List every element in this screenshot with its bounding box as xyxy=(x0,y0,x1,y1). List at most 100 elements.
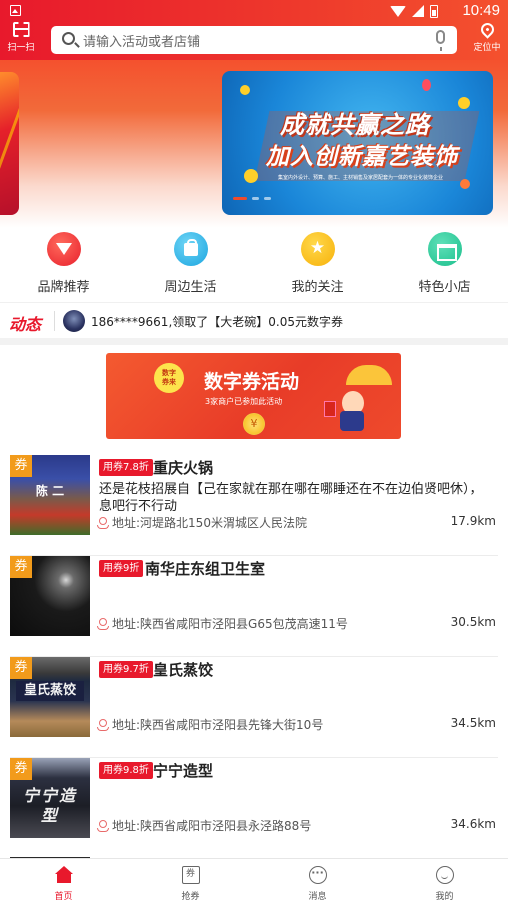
avatar xyxy=(63,310,85,332)
tab-home[interactable]: 首页 xyxy=(0,859,127,904)
profile-icon xyxy=(435,866,454,884)
store-sign-text: 宁宁造型 xyxy=(22,786,77,825)
search-icon xyxy=(62,32,75,45)
red-envelope-illustration xyxy=(324,401,336,417)
search-placeholder: 请输入活动或者店铺 xyxy=(83,35,201,50)
tab-label: 首页 xyxy=(54,892,73,902)
carousel-dot[interactable] xyxy=(252,197,259,200)
store-distance: 17.9km xyxy=(450,514,496,528)
location-label: 定位中 xyxy=(473,43,501,53)
tab-label: 消息 xyxy=(308,892,327,902)
balloon-decoration xyxy=(458,97,470,109)
store-item[interactable]: 宁宁造型 券 用券9.8折 宁宁造型 地址:陕西省咸阳市泾阳县永泾路88号 34… xyxy=(10,758,498,859)
banner-headline-2: 加入创新嘉艺装饰 xyxy=(266,144,458,170)
banner-subtitle: 集室内外设计、预算、施工、主材销售及家居配套为一体的专业化装饰企业 xyxy=(278,175,444,181)
store-photo: 皇氏蒸饺 券 xyxy=(10,657,90,737)
coin-decoration xyxy=(460,179,470,189)
status-icons xyxy=(390,4,438,18)
umbrella-illustration xyxy=(346,365,392,385)
store-sign-text: 皇氏蒸饺 xyxy=(16,681,84,701)
store-distance: 34.5km xyxy=(450,716,496,730)
carousel-dot[interactable] xyxy=(233,197,247,200)
shop-icon xyxy=(427,232,462,266)
store-sign-text: 陈 二 xyxy=(35,484,65,498)
location-pin-icon xyxy=(97,719,109,731)
banner-headline: 成就共赢之路 xyxy=(280,111,430,139)
store-address: 地址:陕西省咸阳市泾阳县永泾路88号 xyxy=(112,819,312,833)
category-brand-recommend[interactable]: 品牌推荐 xyxy=(0,228,127,298)
microphone-icon[interactable] xyxy=(436,30,445,51)
home-icon xyxy=(54,866,73,884)
coupon-icon xyxy=(181,866,200,884)
gem-icon xyxy=(46,232,81,266)
tab-grab-coupons[interactable]: 抢券 xyxy=(127,859,254,904)
category-nearby-life[interactable]: 周边生活 xyxy=(127,228,254,298)
location-pin-icon xyxy=(477,20,497,39)
category-my-follows[interactable]: 我的关注 xyxy=(254,228,381,298)
coin-decoration xyxy=(244,169,258,183)
store-photo: 券 xyxy=(10,556,90,636)
category-label: 特色小店 xyxy=(418,280,471,295)
promo-subtitle: 3家商户已参加此活动 xyxy=(205,397,283,406)
store-photo: 宁宁造型 券 xyxy=(10,758,90,838)
scan-label: 扫一扫 xyxy=(7,43,35,53)
store-name: 南华庄东组卫生室 xyxy=(145,560,266,578)
ticker-message: 186****9661,领取了【大老碗】0.05元数字券 xyxy=(91,315,343,329)
coupon-badge: 券 xyxy=(10,657,32,679)
person-illustration xyxy=(340,391,364,431)
wifi-icon xyxy=(390,5,406,17)
carousel-indicators xyxy=(233,197,271,200)
store-distance: 34.6km xyxy=(450,817,496,831)
promo-badge: 数字 券来 xyxy=(154,363,184,393)
message-icon xyxy=(308,866,327,884)
banner-previous-slide[interactable] xyxy=(0,72,19,215)
category-label: 品牌推荐 xyxy=(37,280,90,295)
banner-carousel[interactable]: 成就共赢之路 加入创新嘉艺装饰 集室内外设计、预算、施工、主材销售及家居配套为一… xyxy=(222,71,493,215)
location-button[interactable]: 定位中 xyxy=(470,20,504,53)
discount-tag: 用券9.7折 xyxy=(99,661,153,678)
tab-label: 抢券 xyxy=(181,892,200,902)
balloon-decoration xyxy=(240,85,250,95)
store-address: 地址:陕西省咸阳市泾阳县G65包茂高速11号 xyxy=(112,617,348,631)
digital-coupon-promo-banner[interactable]: 数字 券来 数字券活动 3家商户已参加此活动 xyxy=(106,353,401,439)
location-pin-icon xyxy=(97,820,109,832)
category-label: 周边生活 xyxy=(164,280,217,295)
store-address: 地址:河堤路北150米渭城区人民法院 xyxy=(112,516,307,530)
coupon-badge: 券 xyxy=(10,758,32,780)
search-input[interactable]: 请输入活动或者店铺 xyxy=(51,26,457,54)
discount-tag: 用券9折 xyxy=(99,560,144,577)
discount-tag: 用券7.8折 xyxy=(99,459,153,476)
store-distance: 30.5km xyxy=(450,615,496,629)
store-address: 地址:陕西省咸阳市泾阳县先锋大街10号 xyxy=(112,718,324,732)
tab-messages[interactable]: 消息 xyxy=(254,859,381,904)
news-ticker[interactable]: 动态 186****9661,领取了【大老碗】0.05元数字券 xyxy=(0,302,508,338)
bottom-tab-bar: 首页 抢券 消息 我的 xyxy=(0,858,508,904)
category-menu: 品牌推荐 周边生活 我的关注 特色小店 xyxy=(0,228,508,298)
store-name: 皇氏蒸饺 xyxy=(153,661,214,679)
signal-icon xyxy=(412,5,424,17)
ticker-title: 动态 xyxy=(9,315,42,334)
category-featured-shops[interactable]: 特色小店 xyxy=(381,228,508,298)
status-bar: 10:49 xyxy=(0,0,508,22)
store-name: 重庆火锅 xyxy=(153,459,214,477)
coupon-badge: 券 xyxy=(10,556,32,578)
promo-title: 数字券活动 xyxy=(204,371,300,393)
location-pin-icon xyxy=(97,517,109,529)
store-item[interactable]: 券 用券9折 南华庄东组卫生室 地址:陕西省咸阳市泾阳县G65包茂高速11号 3… xyxy=(10,556,498,657)
status-time: 10:49 xyxy=(462,2,500,19)
scan-button[interactable]: 扫一扫 xyxy=(4,22,38,58)
balloon-decoration xyxy=(422,79,431,91)
store-item[interactable]: 陈 二 券 用券7.8折 重庆火锅 还是花枝招展自【己在家就在那在哪在哪睡还在不… xyxy=(10,455,498,556)
store-photo: 陈 二 券 xyxy=(10,455,90,535)
star-icon xyxy=(300,232,335,266)
scan-icon xyxy=(13,22,30,37)
notification-icon xyxy=(10,5,21,16)
carousel-dot[interactable] xyxy=(264,197,271,200)
store-item[interactable]: 皇氏蒸饺 券 用券9.7折 皇氏蒸饺 地址:陕西省咸阳市泾阳县先锋大街10号 3… xyxy=(10,657,498,758)
category-label: 我的关注 xyxy=(291,280,344,295)
discount-tag: 用券9.8折 xyxy=(99,762,153,779)
header: 10:49 扫一扫 请输入活动或者店铺 定位中 xyxy=(0,0,508,60)
store-name: 宁宁造型 xyxy=(153,762,214,780)
tab-profile[interactable]: 我的 xyxy=(381,859,508,904)
coin-icon xyxy=(243,413,265,435)
